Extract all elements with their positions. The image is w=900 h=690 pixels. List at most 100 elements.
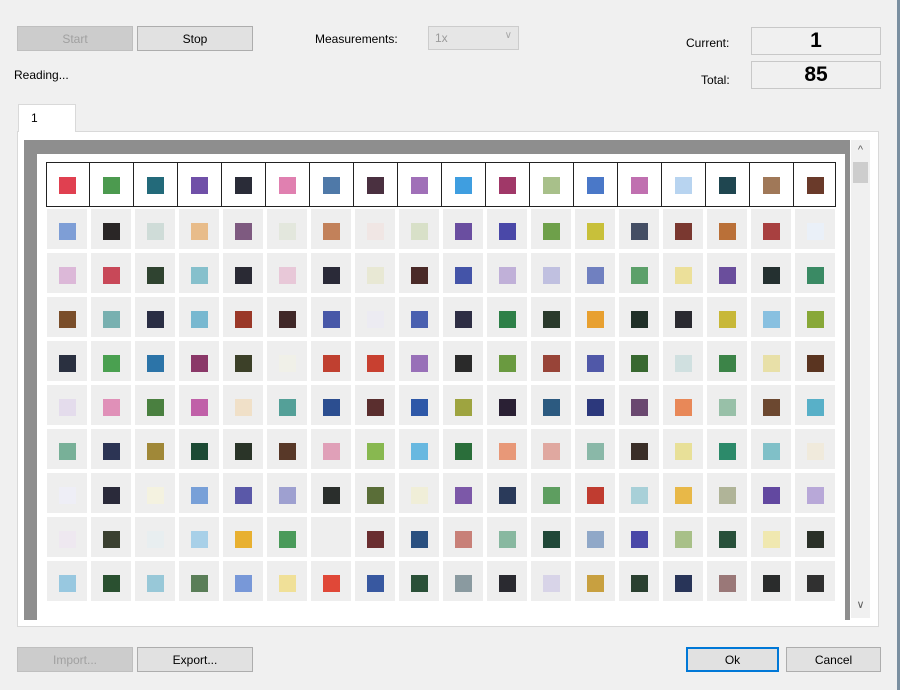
plate-well[interactable] — [707, 473, 747, 513]
plate-well[interactable] — [619, 429, 659, 469]
plate-well[interactable] — [487, 209, 527, 249]
header-well[interactable] — [355, 163, 395, 203]
plate-well[interactable] — [531, 253, 571, 293]
vertical-scrollbar[interactable]: ^ ∨ — [851, 140, 870, 618]
plate-well[interactable] — [47, 297, 87, 337]
plate-well[interactable] — [311, 297, 351, 337]
plate-well[interactable] — [355, 429, 395, 469]
plate-well[interactable] — [751, 297, 791, 337]
plate-well[interactable] — [135, 253, 175, 293]
plate-well[interactable] — [355, 561, 395, 601]
plate-well[interactable] — [619, 341, 659, 381]
plate-well[interactable] — [487, 429, 527, 469]
plate-well[interactable] — [443, 253, 483, 293]
chevron-down-icon[interactable]: ∨ — [851, 598, 870, 615]
plate-well[interactable] — [751, 341, 791, 381]
cancel-button[interactable]: Cancel — [786, 647, 881, 672]
plate-well[interactable] — [179, 517, 219, 557]
plate-well[interactable] — [135, 385, 175, 425]
plate-well[interactable] — [531, 429, 571, 469]
plate-well[interactable] — [91, 297, 131, 337]
chevron-up-icon[interactable]: ^ — [851, 144, 870, 161]
header-well[interactable] — [531, 163, 571, 203]
plate-well[interactable] — [443, 517, 483, 557]
plate-well[interactable] — [443, 385, 483, 425]
header-well[interactable] — [795, 163, 835, 203]
plate-well[interactable] — [311, 517, 351, 557]
plate-well[interactable] — [91, 561, 131, 601]
plate-well[interactable] — [795, 429, 835, 469]
plate-well[interactable] — [311, 429, 351, 469]
header-well[interactable] — [91, 163, 131, 203]
plate-well[interactable] — [47, 429, 87, 469]
plate-well[interactable] — [575, 253, 615, 293]
plate-well[interactable] — [619, 253, 659, 293]
plate-well[interactable] — [751, 253, 791, 293]
plate-well[interactable] — [47, 385, 87, 425]
plate-well[interactable] — [267, 473, 307, 513]
plate-well[interactable] — [267, 517, 307, 557]
plate-well[interactable] — [619, 209, 659, 249]
plate-well[interactable] — [399, 341, 439, 381]
plate-well[interactable] — [135, 473, 175, 513]
plate-well[interactable] — [663, 517, 703, 557]
header-well[interactable] — [179, 163, 219, 203]
plate-well[interactable] — [47, 253, 87, 293]
plate-well[interactable] — [355, 297, 395, 337]
plate-well[interactable] — [795, 517, 835, 557]
plate-well[interactable] — [179, 253, 219, 293]
plate-well[interactable] — [399, 517, 439, 557]
plate-well[interactable] — [531, 517, 571, 557]
plate-well[interactable] — [619, 517, 659, 557]
plate-well[interactable] — [267, 429, 307, 469]
plate-well[interactable] — [47, 517, 87, 557]
import-button[interactable]: Import... — [17, 647, 133, 672]
plate-well[interactable] — [399, 561, 439, 601]
plate-well[interactable] — [531, 473, 571, 513]
plate-well[interactable] — [311, 341, 351, 381]
plate-well[interactable] — [311, 561, 351, 601]
plate-well[interactable] — [91, 385, 131, 425]
plate-well[interactable] — [355, 473, 395, 513]
plate-well[interactable] — [223, 473, 263, 513]
plate-well[interactable] — [751, 429, 791, 469]
plate-well[interactable] — [707, 429, 747, 469]
header-well[interactable] — [663, 163, 703, 203]
plate-well[interactable] — [795, 297, 835, 337]
plate-well[interactable] — [575, 297, 615, 337]
header-well[interactable] — [619, 163, 659, 203]
plate-well[interactable] — [707, 341, 747, 381]
plate-well[interactable] — [795, 253, 835, 293]
plate-well[interactable] — [399, 253, 439, 293]
plate-well[interactable] — [179, 209, 219, 249]
plate-well[interactable] — [619, 473, 659, 513]
plate-well[interactable] — [707, 209, 747, 249]
start-button[interactable]: Start — [17, 26, 133, 51]
plate-well[interactable] — [707, 253, 747, 293]
plate-well[interactable] — [487, 253, 527, 293]
plate-well[interactable] — [135, 561, 175, 601]
plate-well[interactable] — [443, 341, 483, 381]
plate-well[interactable] — [663, 473, 703, 513]
plate-well[interactable] — [531, 341, 571, 381]
header-well[interactable] — [267, 163, 307, 203]
header-well[interactable] — [443, 163, 483, 203]
plate-well[interactable] — [355, 517, 395, 557]
plate-well[interactable] — [267, 341, 307, 381]
plate-well[interactable] — [47, 209, 87, 249]
header-well[interactable] — [575, 163, 615, 203]
plate-well[interactable] — [795, 473, 835, 513]
plate-well[interactable] — [575, 517, 615, 557]
plate-well[interactable] — [795, 561, 835, 601]
plate-well[interactable] — [399, 473, 439, 513]
plate-well[interactable] — [355, 341, 395, 381]
plate-well[interactable] — [223, 253, 263, 293]
plate-well[interactable] — [267, 561, 307, 601]
plate-well[interactable] — [311, 253, 351, 293]
plate-well[interactable] — [223, 385, 263, 425]
plate-well[interactable] — [223, 561, 263, 601]
plate-well[interactable] — [619, 561, 659, 601]
plate-well[interactable] — [663, 385, 703, 425]
plate-well[interactable] — [707, 561, 747, 601]
plate-well[interactable] — [47, 473, 87, 513]
